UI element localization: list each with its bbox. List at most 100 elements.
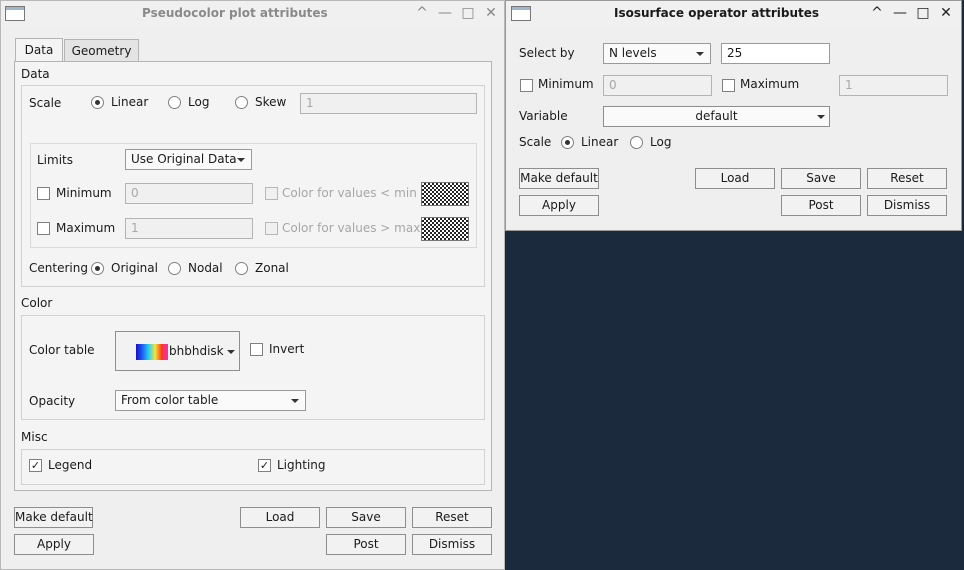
apply-button[interactable]: Apply [519,195,599,216]
minimize-icon[interactable]: — [436,4,454,22]
lighting-label[interactable]: Lighting [277,458,326,472]
color-group-title: Color [21,296,53,310]
variable-value: default [695,109,738,123]
select-by-combo[interactable]: N levels [603,43,711,64]
scale-log-radio[interactable] [630,136,643,149]
color-table-preview [136,344,168,360]
color-table-button[interactable]: bhbhdisk [115,331,240,371]
dismiss-button[interactable]: Dismiss [867,195,947,216]
scale-linear-radio[interactable] [91,96,104,109]
chevron-down-icon [237,158,245,162]
variable-label: Variable [519,109,568,123]
centering-label: Centering [29,261,88,275]
opacity-label: Opacity [29,394,76,408]
scale-skew-radio[interactable] [235,96,248,109]
centering-zonal-label[interactable]: Zonal [255,261,289,275]
limits-combo[interactable]: Use Original Data [125,149,252,170]
scale-log-label[interactable]: Log [650,135,671,149]
post-button[interactable]: Post [781,195,861,216]
minimum-checkbox[interactable] [520,79,533,92]
scale-log-radio[interactable] [168,96,181,109]
min-color-checkbox[interactable] [265,187,278,200]
window-menu-icon[interactable] [511,6,531,21]
chevron-down-icon [817,115,825,119]
dismiss-button[interactable]: Dismiss [412,534,492,555]
maximum-checkbox[interactable] [722,79,735,92]
select-by-label: Select by [519,46,575,60]
invert-checkbox[interactable] [250,343,263,356]
chevron-down-icon [696,52,704,56]
apply-button[interactable]: Apply [14,534,94,555]
misc-group-title: Misc [21,430,48,444]
scale-linear-label[interactable]: Linear [581,135,618,149]
tab-geometry[interactable]: Geometry [64,39,139,61]
opacity-combo[interactable]: From color table [115,390,306,411]
variable-button[interactable]: default [603,106,830,127]
isosurface-titlebar[interactable]: Isosurface operator attributes ^ — □ ✕ [506,1,961,27]
chevron-down-icon [227,350,235,354]
centering-original-radio[interactable] [91,262,104,275]
pseudocolor-window: Pseudocolor plot attributes ^ — □ ✕ Data… [0,0,505,570]
lighting-checkbox[interactable]: ✓ [258,459,271,472]
min-color-label[interactable]: Color for values < min [282,186,417,200]
reset-button[interactable]: Reset [412,507,492,528]
centering-original-label[interactable]: Original [111,261,158,275]
centering-zonal-radio[interactable] [235,262,248,275]
scale-skew-label[interactable]: Skew [255,95,286,109]
scale-label: Scale [29,96,62,110]
minimize-icon[interactable]: — [891,4,909,22]
limits-label: Limits [37,153,73,167]
pseudocolor-titlebar[interactable]: Pseudocolor plot attributes ^ — □ ✕ [1,1,504,27]
maximum-label[interactable]: Maximum [740,77,799,91]
legend-label[interactable]: Legend [48,458,92,472]
levels-input[interactable]: 25 [721,43,830,64]
maximum-label[interactable]: Maximum [56,221,115,235]
data-group-title: Data [21,67,50,81]
window-menu-icon[interactable] [5,6,25,21]
color-table-value: bhbhdisk [169,344,224,358]
limits-combo-value: Use Original Data [131,152,237,166]
shade-icon[interactable]: ^ [413,4,431,22]
centering-nodal-label[interactable]: Nodal [188,261,223,275]
window-title: Pseudocolor plot attributes [142,6,328,20]
max-color-checkbox[interactable] [265,222,278,235]
minimum-checkbox[interactable] [37,187,50,200]
tab-data[interactable]: Data [15,38,63,62]
reset-button[interactable]: Reset [867,168,947,189]
minimum-input[interactable]: 0 [603,75,712,96]
save-button[interactable]: Save [326,507,406,528]
centering-nodal-radio[interactable] [168,262,181,275]
legend-checkbox[interactable]: ✓ [29,459,42,472]
scale-linear-radio[interactable] [561,136,574,149]
maximum-input[interactable]: 1 [125,218,253,239]
minimum-label[interactable]: Minimum [56,186,112,200]
make-default-button[interactable]: Make default [14,507,93,528]
scale-log-label[interactable]: Log [188,95,209,109]
scale-label: Scale [519,135,552,149]
shade-icon[interactable]: ^ [868,4,886,22]
invert-label[interactable]: Invert [269,342,304,356]
min-color-swatch[interactable] [421,182,469,206]
color-table-label: Color table [29,343,95,357]
maximum-checkbox[interactable] [37,222,50,235]
skew-factor-input[interactable]: 1 [300,93,477,114]
minimum-label[interactable]: Minimum [538,77,594,91]
isosurface-window: Isosurface operator attributes ^ — □ ✕ S… [505,0,962,231]
save-button[interactable]: Save [781,168,861,189]
max-color-swatch[interactable] [421,217,469,241]
maximize-icon[interactable]: □ [459,4,477,22]
scale-linear-label[interactable]: Linear [111,95,148,109]
close-icon[interactable]: ✕ [482,4,500,22]
post-button[interactable]: Post [326,534,406,555]
maximize-icon[interactable]: □ [914,4,932,22]
close-icon[interactable]: ✕ [937,4,955,22]
chevron-down-icon [291,399,299,403]
maximum-input[interactable]: 1 [839,75,948,96]
opacity-combo-value: From color table [121,393,219,407]
load-button[interactable]: Load [240,507,320,528]
make-default-button[interactable]: Make default [519,168,599,189]
load-button[interactable]: Load [695,168,775,189]
max-color-label[interactable]: Color for values > max [282,221,420,235]
minimum-input[interactable]: 0 [125,183,253,204]
window-title: Isosurface operator attributes [614,6,820,20]
